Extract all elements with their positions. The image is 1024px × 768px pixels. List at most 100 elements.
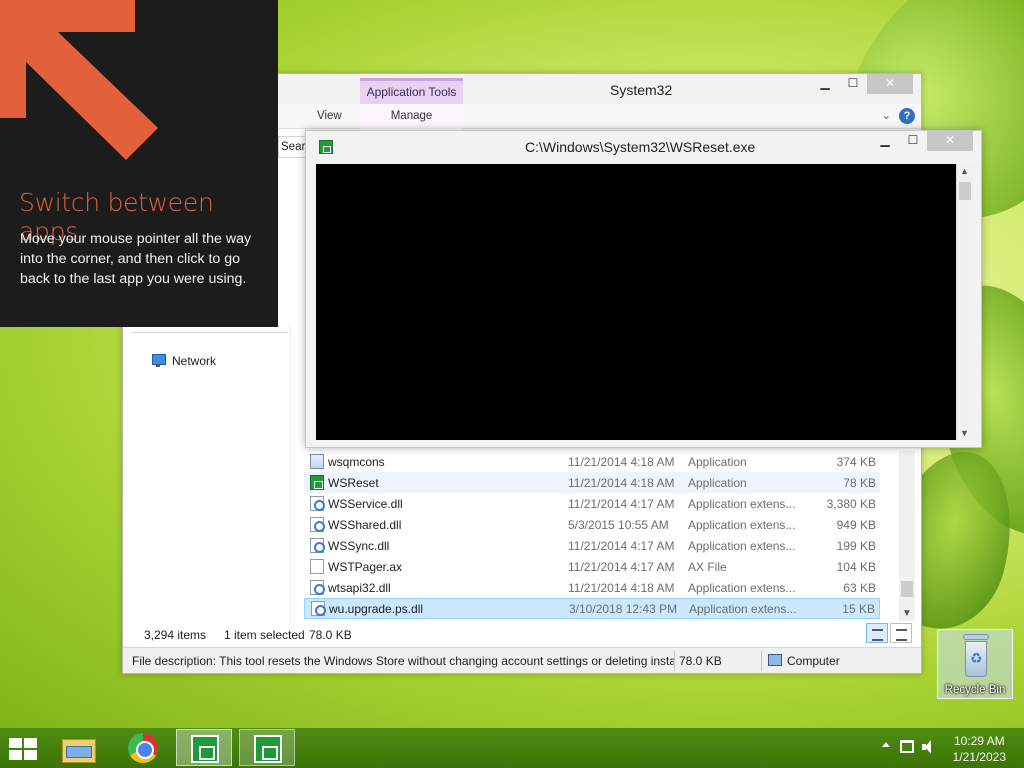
file-size: 949 KB	[836, 517, 876, 532]
explorer-title: System32	[610, 82, 673, 98]
clock-time: 10:29 AM	[953, 734, 1005, 748]
navigation-pane: Network	[131, 324, 291, 624]
maximize-button[interactable]: ☐	[899, 131, 927, 151]
maximize-button[interactable]: ☐	[839, 74, 867, 94]
file-name: WSReset	[328, 475, 379, 490]
store-icon	[254, 735, 282, 763]
switch-apps-tip: Switch between apps Move your mouse poin…	[0, 0, 278, 327]
computer-icon	[768, 654, 782, 666]
file-size: 78 KB	[843, 475, 876, 490]
file-date: 3/10/2018 12:43 PM	[569, 601, 678, 616]
file-type: Application extens...	[688, 538, 796, 553]
file-date: 11/21/2014 4:18 AM	[568, 475, 675, 490]
folder-icon	[62, 735, 96, 763]
console-scrollbar[interactable]: ▲ ▼	[956, 164, 973, 440]
recycle-bin[interactable]: Recycle Bin	[937, 629, 1013, 699]
list-item[interactable]: WSTPager.ax 11/21/2014 4:17 AM AX File 1…	[304, 556, 880, 577]
status-bar: 3,294 items 1 item selected 78.0 KB	[123, 622, 921, 646]
file-name: wtsapi32.dll	[328, 580, 391, 595]
taskbar-store-console[interactable]	[176, 729, 232, 766]
nav-item-label: Network	[172, 354, 217, 368]
file-name: WSTPager.ax	[328, 559, 403, 574]
file-type: Application extens...	[688, 580, 796, 595]
file-list-scrollbar[interactable]: ▼	[899, 451, 915, 621]
recycle-bin-label: Recycle Bin	[944, 684, 1006, 696]
file-size: 15 KB	[842, 601, 875, 616]
dll-icon	[310, 517, 325, 532]
file-icon	[310, 559, 324, 574]
file-type: AX File	[688, 559, 727, 574]
file-date: 5/3/2015 10:55 AM	[568, 517, 669, 532]
clock[interactable]: 10:29 AM 1/21/2023	[953, 733, 1006, 765]
file-list: wsqmcons 11/21/2014 4:18 AM Application …	[304, 451, 880, 621]
tab-manage[interactable]: Manage	[360, 104, 463, 129]
status-divider	[674, 651, 675, 671]
large-icons-view-button[interactable]	[890, 623, 912, 643]
file-name: wsqmcons	[328, 454, 385, 469]
nav-item-network[interactable]: Network	[151, 354, 216, 368]
taskbar-chrome[interactable]	[115, 729, 171, 766]
clock-date: 1/21/2023	[952, 750, 1006, 764]
file-size: 3,380 KB	[826, 496, 876, 511]
file-type: Application	[688, 475, 747, 490]
taskbar-store[interactable]	[239, 729, 295, 766]
system-tray: 10:29 AM 1/21/2023	[864, 728, 1024, 768]
show-hidden-icons-icon[interactable]	[882, 742, 890, 747]
dll-icon	[310, 580, 325, 595]
network-status-icon[interactable]	[900, 740, 914, 753]
file-date: 11/21/2014 4:17 AM	[568, 496, 675, 511]
console-output[interactable]	[316, 164, 956, 440]
help-icon[interactable]: ?	[899, 108, 915, 124]
minimize-button[interactable]: ▁	[811, 74, 839, 94]
file-type: Application	[688, 454, 747, 469]
list-item[interactable]: wtsapi32.dll 11/21/2014 4:18 AM Applicat…	[304, 577, 880, 598]
close-button[interactable]: ✕	[867, 74, 913, 94]
scrollbar-thumb[interactable]	[959, 182, 971, 200]
file-type: Application extens...	[688, 496, 796, 511]
file-description: File description: This tool resets the W…	[132, 654, 674, 668]
start-button[interactable]	[9, 738, 39, 760]
list-item-selected[interactable]: wu.upgrade.ps.dll 3/10/2018 12:43 PM App…	[304, 598, 880, 619]
nav-divider	[131, 332, 289, 333]
list-item[interactable]: WSSync.dll 11/21/2014 4:17 AM Applicatio…	[304, 535, 880, 556]
volume-icon[interactable]	[922, 740, 936, 754]
console-window-controls: ▁ ☐ ✕	[871, 131, 973, 151]
list-item[interactable]: WSService.dll 11/21/2014 4:17 AM Applica…	[304, 493, 880, 514]
app-icon	[310, 454, 324, 469]
taskbar-file-explorer[interactable]	[50, 729, 106, 766]
application-tools-tab-group: Application Tools	[360, 78, 463, 104]
file-type: Application extens...	[688, 517, 796, 532]
store-icon	[191, 735, 219, 763]
file-size-status: 78.0 KB	[679, 654, 722, 668]
chevron-down-icon[interactable]: ▼	[960, 428, 969, 438]
details-status-bar: File description: This tool resets the W…	[123, 647, 921, 673]
dll-icon	[310, 496, 325, 511]
chevron-up-icon[interactable]: ▲	[960, 166, 969, 176]
console-window[interactable]: C:\Windows\System32\WSReset.exe ▁ ☐ ✕ ▲ …	[305, 130, 982, 448]
desktop: Application Tools System32 ▁ ☐ ✕ re View…	[0, 0, 1024, 728]
close-button[interactable]: ✕	[927, 131, 973, 151]
file-type: Application extens...	[689, 601, 797, 616]
list-item[interactable]: WSReset 11/21/2014 4:18 AM Application 7…	[304, 472, 880, 493]
explorer-window-controls: ▁ ☐ ✕	[811, 74, 913, 94]
taskbar: 10:29 AM 1/21/2023	[0, 728, 1024, 768]
list-item[interactable]: WSShared.dll 5/3/2015 10:55 AM Applicati…	[304, 514, 880, 535]
arrow-icon	[0, 0, 158, 160]
chrome-icon	[128, 733, 158, 763]
dll-icon	[311, 601, 326, 616]
chevron-down-icon[interactable]: ▼	[902, 608, 912, 619]
recycle-bin-icon	[961, 634, 991, 678]
minimize-button[interactable]: ▁	[871, 131, 899, 151]
file-date: 11/21/2014 4:17 AM	[568, 559, 675, 574]
chevron-down-icon[interactable]: ⌄	[881, 108, 891, 122]
scrollbar-thumb[interactable]	[901, 581, 913, 597]
file-name: WSShared.dll	[328, 517, 402, 532]
file-size: 104 KB	[836, 559, 876, 574]
item-count: 3,294 items	[144, 628, 207, 642]
selection-size: 78.0 KB	[309, 628, 352, 642]
list-item[interactable]: wsqmcons 11/21/2014 4:18 AM Application …	[304, 451, 880, 472]
file-name: wu.upgrade.ps.dll	[329, 601, 424, 616]
file-date: 11/21/2014 4:18 AM	[568, 580, 675, 595]
details-view-button[interactable]	[866, 623, 888, 643]
tab-view[interactable]: View	[317, 110, 342, 122]
